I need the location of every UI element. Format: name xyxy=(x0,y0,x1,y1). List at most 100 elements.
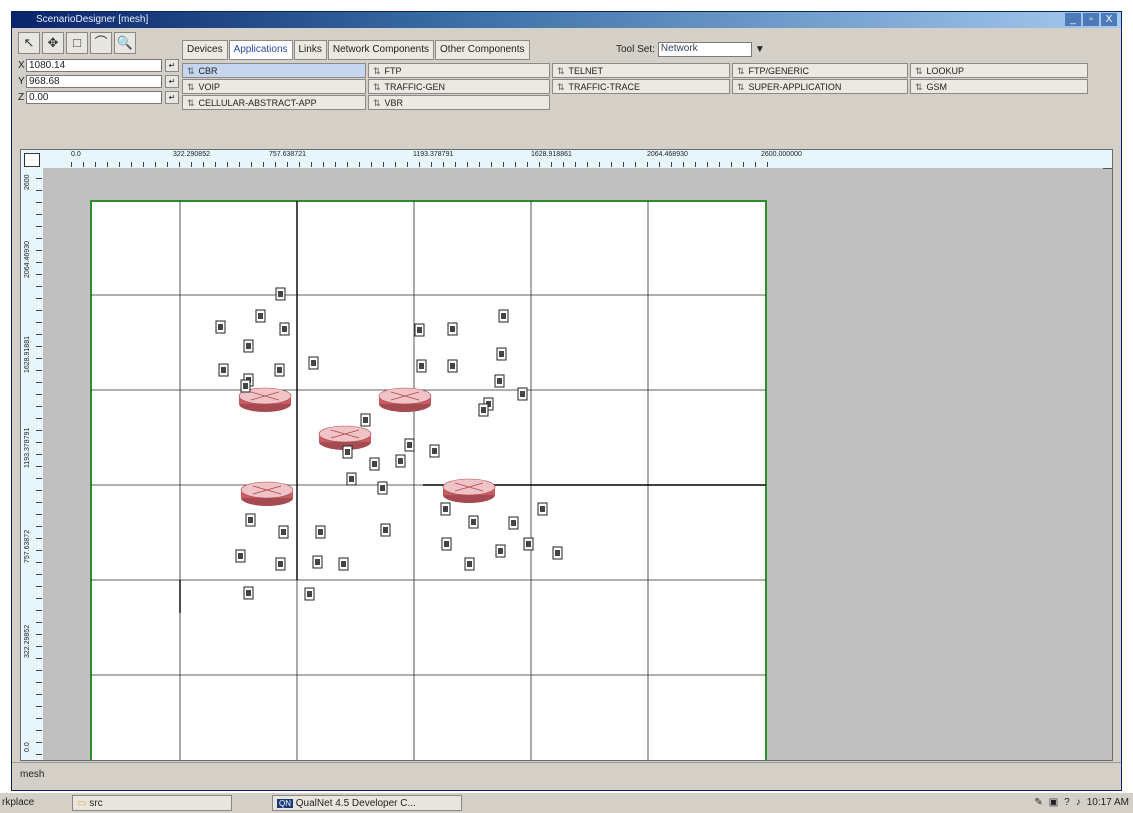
maximize-button[interactable]: ▫ xyxy=(1083,13,1099,26)
h-ruler-mark xyxy=(635,162,636,167)
x-coordinate-input[interactable]: 1080.14 xyxy=(26,59,162,72)
v-ruler-mark xyxy=(36,214,42,215)
close-button[interactable]: X xyxy=(1101,13,1117,26)
v-ruler-mark xyxy=(36,430,42,431)
node-icon-screen xyxy=(238,553,243,559)
app-cbr[interactable]: ⇅ CBR xyxy=(182,63,366,78)
node-icon-screen xyxy=(345,449,350,455)
h-ruler-mark xyxy=(647,162,648,167)
v-ruler-mark xyxy=(36,706,42,707)
app-ftp[interactable]: ⇅ FTP xyxy=(368,63,550,78)
h-ruler-mark xyxy=(671,162,672,167)
h-ruler-mark xyxy=(263,162,264,167)
tab-devices[interactable]: Devices xyxy=(182,40,228,60)
node-icon-screen xyxy=(407,442,412,448)
v-ruler-mark xyxy=(36,442,42,443)
tray-monitor-icon[interactable]: ▣ xyxy=(1049,795,1058,811)
folder-icon: ▭ xyxy=(77,798,87,809)
app-ftp-generic[interactable]: ⇅ FTP/GENERIC xyxy=(732,63,908,78)
v-ruler-mark xyxy=(36,238,42,239)
h-ruler-mark xyxy=(551,162,552,167)
app-traffic-trace[interactable]: ⇅ TRAFFIC-TRACE xyxy=(552,79,730,94)
chevron-down-icon[interactable]: ▼ xyxy=(755,44,765,55)
tray-volume-icon[interactable]: ♪ xyxy=(1076,795,1081,811)
h-ruler-mark xyxy=(239,162,240,167)
select-icon[interactable]: ↖ xyxy=(18,32,40,54)
h-ruler-mark xyxy=(575,162,576,167)
toolset-dropdown[interactable]: Network xyxy=(657,42,752,57)
app-label: CELLULAR-ABSTRACT-APP xyxy=(198,98,317,108)
tray-help-icon[interactable]: ? xyxy=(1064,795,1070,811)
rect-select-icon[interactable]: □ xyxy=(66,32,88,54)
app-cellular-abstract-app[interactable]: ⇅ CELLULAR-ABSTRACT-APP xyxy=(182,95,366,110)
set-y-button[interactable]: ↵ xyxy=(165,75,179,88)
lasso-icon[interactable]: ⌒ xyxy=(90,32,112,54)
h-ruler-mark xyxy=(191,162,192,167)
v-ruler-mark xyxy=(36,490,42,491)
h-ruler-mark xyxy=(323,162,324,167)
set-z-button[interactable]: ↵ xyxy=(165,91,179,104)
zoom-icon[interactable]: 🔍 xyxy=(114,32,136,54)
app-vbr[interactable]: ⇅ VBR xyxy=(368,95,550,110)
taskbar-folder-button[interactable]: ▭ src xyxy=(72,795,232,811)
app-telnet[interactable]: ⇅ TELNET xyxy=(552,63,730,78)
node-icon-screen xyxy=(417,327,422,333)
node-icon-screen xyxy=(419,363,424,369)
app-voip[interactable]: ⇅ VOIP xyxy=(182,79,366,94)
app-label: TELNET xyxy=(568,66,604,76)
y-coordinate-input[interactable]: 968.68 xyxy=(26,75,162,88)
application-icon: ⇅ xyxy=(187,66,195,76)
app-traffic-gen[interactable]: ⇅ TRAFFIC-GEN xyxy=(368,79,550,94)
node-icon-screen xyxy=(450,363,455,369)
app-super-application[interactable]: ⇅ SUPER-APPLICATION xyxy=(732,79,908,94)
move-icon[interactable]: ✥ xyxy=(42,32,64,54)
title-bar[interactable]: ScenarioDesigner [mesh] _ ▫ X xyxy=(12,12,1121,28)
node-icon-screen xyxy=(281,529,286,535)
tab-applications[interactable]: Applications xyxy=(228,40,293,60)
node-icon-screen xyxy=(363,417,368,423)
h-ruler-mark xyxy=(287,162,288,167)
node-icon-screen xyxy=(318,529,323,535)
toolset-selector: Tool Set: Network ▼ xyxy=(616,42,765,57)
tab-network-components[interactable]: Network Components xyxy=(327,40,435,60)
tab-other-components[interactable]: Other Components xyxy=(435,40,530,60)
minimize-button[interactable]: _ xyxy=(1065,13,1081,26)
v-ruler-mark xyxy=(36,586,42,587)
tab-links[interactable]: Links xyxy=(293,40,327,60)
h-ruler-mark xyxy=(251,162,252,167)
taskbar-folder-label: src xyxy=(89,798,103,809)
node-icon-screen xyxy=(526,541,531,547)
node-icon-screen xyxy=(499,351,504,357)
app-lookup[interactable]: ⇅ LOOKUP xyxy=(910,63,1088,78)
node-icon-screen xyxy=(450,326,455,332)
h-ruler-mark xyxy=(539,162,540,167)
network-canvas[interactable] xyxy=(43,168,1103,760)
app-label: VOIP xyxy=(198,82,221,92)
terrain-area[interactable] xyxy=(90,200,767,760)
h-ruler-tick: 2064.468930 xyxy=(647,151,688,158)
v-ruler-mark xyxy=(36,250,42,251)
status-bar: mesh xyxy=(12,762,1121,787)
tray-network-icon[interactable]: ✎ xyxy=(1034,795,1042,811)
v-ruler-mark xyxy=(36,310,42,311)
app-gsm[interactable]: ⇅ GSM xyxy=(910,79,1088,94)
v-ruler-mark xyxy=(36,646,42,647)
horizontal-ruler: 0.0 322.290852 757.638721 1193.378791 1628.9… xyxy=(21,150,1112,169)
v-ruler-mark xyxy=(36,658,42,659)
h-ruler-mark xyxy=(659,162,660,167)
application-icon: ⇅ xyxy=(737,82,745,92)
set-x-button[interactable]: ↵ xyxy=(165,59,179,72)
h-ruler-tick: 0.0 xyxy=(71,151,81,158)
h-ruler-mark xyxy=(431,162,432,167)
taskbar-qualnet-button[interactable]: QN QualNet 4.5 Developer C... xyxy=(272,795,462,811)
z-coordinate-input[interactable]: 0.00 xyxy=(26,91,162,104)
h-ruler-mark xyxy=(179,162,180,167)
h-ruler-mark xyxy=(443,162,444,167)
h-ruler-mark xyxy=(743,162,744,167)
application-icon: ⇅ xyxy=(915,82,923,92)
ruler-corner-icon[interactable] xyxy=(24,153,40,167)
h-ruler-tick: 1628.918861 xyxy=(531,151,572,158)
node-icon-screen xyxy=(246,590,251,596)
node-icon-screen xyxy=(467,561,472,567)
application-icon: ⇅ xyxy=(737,66,745,76)
